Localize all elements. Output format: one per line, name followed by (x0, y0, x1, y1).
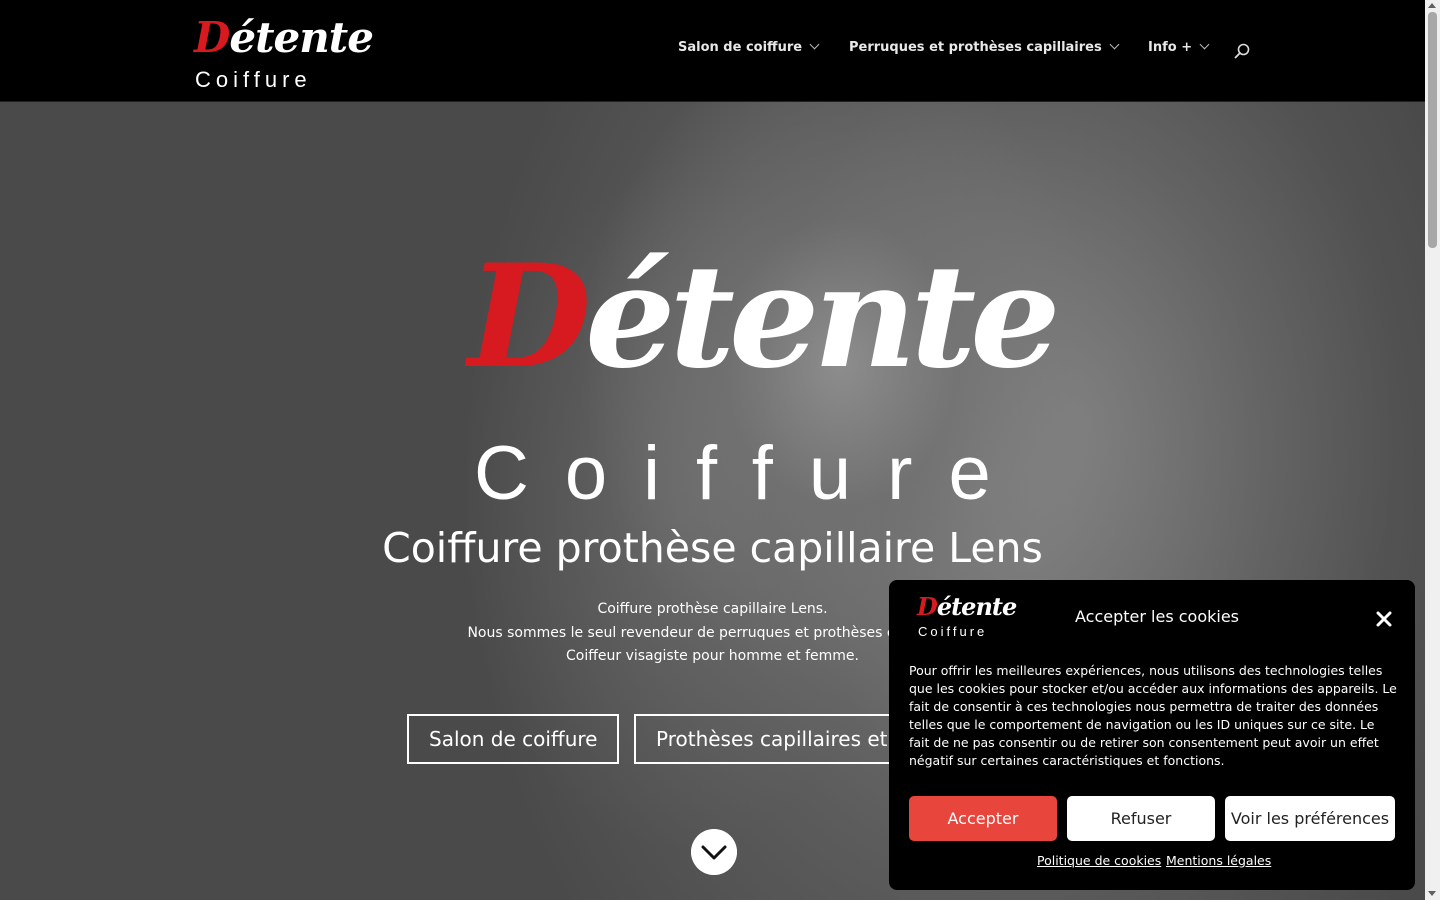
preferences-button[interactable]: Voir les préférences (1225, 796, 1395, 841)
site-logo[interactable]: Détente Coiffure (194, 10, 374, 94)
chevron-down-icon[interactable] (691, 829, 737, 875)
hero-logo-word: Coiffure (474, 431, 1027, 516)
nav-item-label: Salon de coiffure (678, 40, 803, 55)
chevron-down-icon (1109, 39, 1120, 50)
site-header: Détente Coiffure Salon de coiffure Perru… (0, 0, 1425, 102)
nav-item-label: Info + (1148, 40, 1193, 55)
cookie-policy-link[interactable]: Politique de cookies (1037, 853, 1161, 868)
hero-title: Coiffure prothèse capillaire Lens (382, 524, 1043, 572)
scrollbar-thumb[interactable] (1428, 12, 1437, 248)
refuse-button[interactable]: Refuser (1067, 796, 1215, 841)
cookie-description: Pour offrir les meilleures expériences, … (909, 663, 1397, 768)
logo-script: Détente (917, 592, 1017, 621)
logo-script: Détente (194, 13, 374, 62)
scroll-up-icon[interactable] (1428, 3, 1436, 8)
chevron-down-icon (1199, 39, 1210, 50)
salon-button[interactable]: Salon de coiffure (407, 714, 620, 764)
nav-item-salon[interactable]: Salon de coiffure (678, 39, 820, 55)
scroll-down-icon[interactable] (1428, 891, 1436, 896)
accept-button[interactable]: Accepter (909, 796, 1057, 841)
cookie-banner: Détente Coiffure Accepter les cookies Po… (889, 580, 1415, 890)
nav-item-perruques[interactable]: Perruques et prothèses capillaires (849, 39, 1120, 55)
nav-item-info[interactable]: Info + (1148, 39, 1210, 55)
cookie-logo: Détente Coiffure (917, 590, 1017, 644)
search-icon[interactable] (1234, 43, 1250, 59)
cookie-title: Accepter les cookies (1075, 607, 1240, 626)
close-icon[interactable] (1375, 610, 1393, 628)
nav-item-label: Perruques et prothèses capillaires (849, 40, 1102, 55)
legal-notice-link[interactable]: Mentions légales (1166, 853, 1271, 868)
hero-logo-script: Détente (468, 234, 1061, 400)
logo-word: Coiffure (195, 67, 312, 92)
logo-word: Coiffure (918, 624, 988, 639)
chevron-down-icon (809, 39, 820, 50)
